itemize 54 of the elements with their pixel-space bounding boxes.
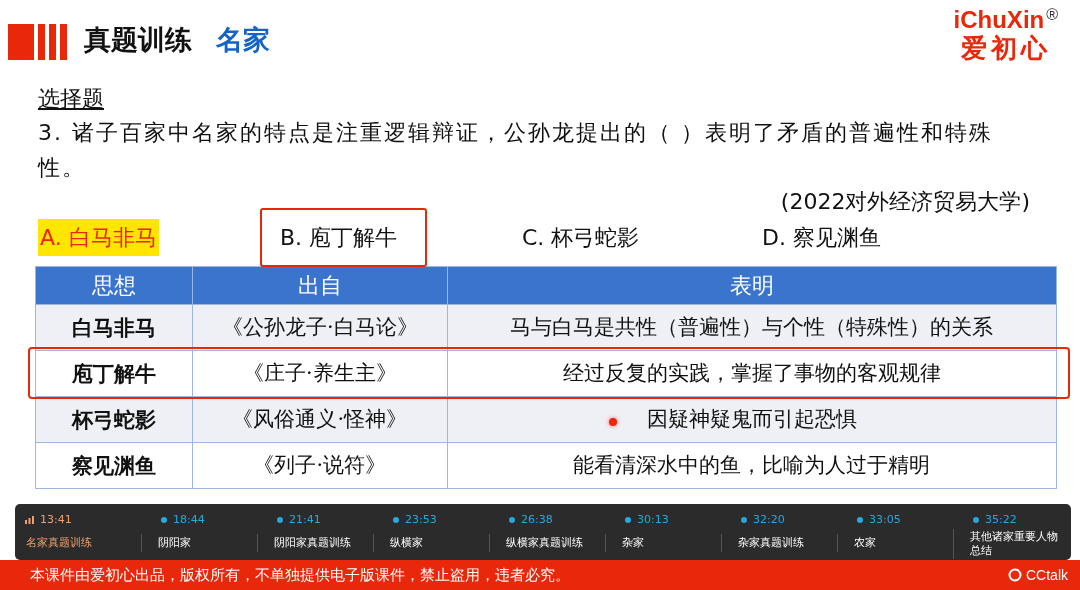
chapter-item[interactable]: 其他诸家重要人物总结 [953, 529, 1069, 559]
table-cell: 《列子·说符》 [192, 442, 448, 489]
chapter-dot [973, 517, 979, 523]
chapter-time: 32:20 [753, 511, 785, 528]
table-cell: 杯弓蛇影 [35, 396, 193, 443]
chapter-dot [393, 517, 399, 523]
table-cell: 《公孙龙子·白马论》 [192, 304, 448, 351]
playing-bars-icon [25, 516, 34, 524]
chapter-item[interactable]: 农家 [837, 534, 953, 552]
chapter-time: 23:53 [405, 511, 437, 528]
chapter-time: 13:41 [40, 511, 72, 528]
section-title: 选择题 [38, 85, 105, 113]
chapter-time: 26:38 [521, 511, 553, 528]
brand-name: CCtalk [1026, 565, 1068, 585]
question-source: (2022对外经济贸易大学) [779, 188, 1030, 216]
chapter-dot [625, 517, 631, 523]
table-cell: 马与白马是共性（普遍性）与个性（特殊性）的关系 [447, 304, 1057, 351]
chapter-dot [277, 517, 283, 523]
chapter-time: 35:22 [985, 511, 1017, 528]
chapter-dot [509, 517, 515, 523]
answer-option: D. 察见渊鱼 [762, 218, 881, 256]
chapter-time: 21:41 [289, 511, 321, 528]
copyright-notice: 本课件由爱初心出品，版权所有，不单独提供电子版课件，禁止盗用，违者必究。 [30, 564, 570, 586]
pointer-dot [609, 418, 617, 426]
slide-title: 真题训练 [84, 23, 192, 57]
answer-option: A. 白马非马 [38, 218, 159, 256]
chapter-dot [741, 517, 747, 523]
chapter-time: 30:13 [637, 511, 669, 528]
column-header: 出自 [192, 266, 448, 305]
table-cell: 察见渊鱼 [35, 442, 193, 489]
chapter-item[interactable]: 杂家 [605, 534, 721, 552]
bars-icon [8, 24, 68, 60]
answer-option: B. 庖丁解牛 [260, 207, 428, 267]
column-header: 思想 [35, 266, 193, 305]
chapter-time: 33:05 [869, 511, 901, 528]
chapter-dot [161, 517, 167, 523]
chapter-dot [857, 517, 863, 523]
table-cell: 因疑神疑鬼而引起恐惧 [447, 396, 1057, 443]
ring-icon [1008, 568, 1022, 582]
table-cell: 能看清深水中的鱼，比喻为人过于精明 [447, 442, 1057, 489]
logo: iChuXin® 爱初心 [953, 6, 1058, 64]
column-header: 表明 [447, 266, 1057, 305]
slide-subtitle: 名家 [216, 23, 270, 57]
chapter-item[interactable]: 杂家真题训练 [721, 534, 837, 552]
chapter-item[interactable]: 纵横家 [373, 534, 489, 552]
chapter-time: 18:44 [173, 511, 205, 528]
answer-option: C. 杯弓蛇影 [522, 218, 640, 256]
table-cell: 《风俗通义·怪神》 [192, 396, 448, 443]
chapter-item[interactable]: 阴阳家真题训练 [257, 534, 373, 552]
chapter-item[interactable]: 纵横家真题训练 [489, 534, 605, 552]
table-cell: 白马非马 [35, 304, 193, 351]
chapter-item[interactable]: 阴阳家 [141, 534, 257, 552]
chapter-item[interactable]: 名家真题训练 [25, 534, 141, 552]
question-text: 3. 诸子百家中名家的特点是注重逻辑辩证，公孙龙提出的（ ）表明了矛盾的普遍性和特殊性。 [38, 119, 994, 182]
